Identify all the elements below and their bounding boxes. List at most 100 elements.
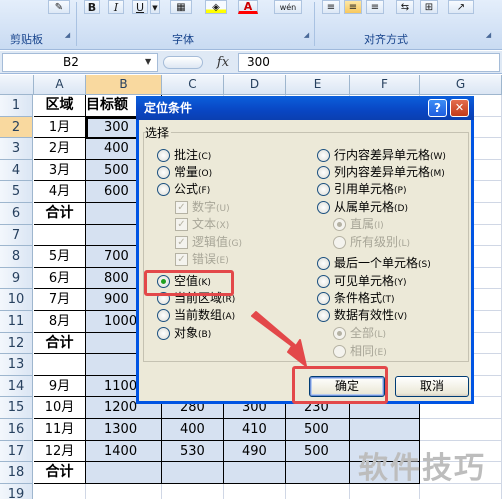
radio-icon[interactable] [317,275,330,288]
cell[interactable]: 合计 [34,462,86,484]
row-header[interactable]: 13 [0,354,33,376]
cell[interactable]: 3月 [34,159,86,182]
cell[interactable]: 7月 [34,289,86,311]
cell[interactable] [34,354,86,376]
row-header[interactable]: 8 [0,246,33,268]
border-button[interactable]: ▦ [170,0,192,14]
ok-button[interactable]: 确定 [309,376,385,397]
cell[interactable]: 合计 [34,332,86,355]
row-header[interactable]: 18 [0,462,33,484]
cell[interactable] [224,483,286,499]
cell[interactable]: 5月 [34,246,86,268]
cell[interactable]: 490 [224,440,286,463]
name-box-dropdown-icon[interactable]: ▼ [145,57,151,66]
cell[interactable]: 1月 [34,116,86,139]
cell[interactable]: 6月 [34,267,86,290]
merge-button[interactable]: ⊞ [420,0,438,14]
row-header[interactable]: 15 [0,397,33,419]
row-header[interactable]: 7 [0,224,33,247]
cell[interactable] [34,224,86,247]
row-header[interactable]: 3 [0,138,33,160]
row-header[interactable]: 12 [0,332,33,355]
cell[interactable] [86,462,162,484]
formula-input[interactable]: 300 [238,53,500,72]
cell[interactable] [286,462,350,484]
cell[interactable]: 10月 [34,397,86,419]
phonetic-button[interactable]: wén [274,0,302,14]
row-header[interactable]: 6 [0,203,33,225]
row-header[interactable]: 9 [0,267,33,290]
orientation-button[interactable]: ↗ [448,0,474,14]
cell[interactable]: 8月 [34,311,86,333]
cell[interactable] [162,462,224,484]
column-header[interactable]: F [350,75,420,95]
radio-icon[interactable] [157,292,170,305]
cell[interactable]: 12月 [34,440,86,463]
cell[interactable] [420,419,502,441]
radio-icon[interactable] [157,275,170,288]
cell[interactable] [162,483,224,499]
cell[interactable] [34,483,86,499]
font-color-button[interactable]: A [238,0,258,14]
row-header[interactable]: 5 [0,181,33,203]
radio-icon[interactable] [157,327,170,340]
align-middle-button[interactable]: ≡ [344,0,362,14]
help-button[interactable]: ? [428,99,447,117]
cell[interactable]: 410 [224,419,286,441]
cell[interactable]: 2月 [34,138,86,160]
column-header[interactable]: A [34,75,86,95]
alignment-launcher-icon[interactable]: ◢ [484,31,493,40]
insert-function-button[interactable]: fx [212,54,234,71]
select-all-corner[interactable] [0,75,34,95]
formula-bar-grip-icon[interactable] [163,56,203,69]
column-header[interactable]: E [286,75,350,95]
row-header[interactable]: 1 [0,95,33,117]
clipboard-launcher-icon[interactable]: ◢ [63,31,72,40]
column-header[interactable]: B [86,75,162,95]
column-header[interactable]: D [224,75,286,95]
row-header[interactable]: 11 [0,311,33,333]
row-header[interactable]: 16 [0,419,33,441]
fill-color-button[interactable]: ◈ [205,0,227,14]
cell[interactable] [224,462,286,484]
cell[interactable] [286,483,350,499]
column-header[interactable]: G [420,75,502,95]
align-top-button[interactable]: ≡ [322,0,340,14]
row-header[interactable]: 19 [0,483,33,499]
cell[interactable]: 4月 [34,181,86,203]
cell[interactable]: 合计 [34,203,86,225]
cell[interactable]: 1400 [86,440,162,463]
cell[interactable]: 500 [286,440,350,463]
cell[interactable]: 11月 [34,419,86,441]
underline-dropdown-icon[interactable]: ▼ [150,0,160,14]
wrap-text-button[interactable]: ⇆ [396,0,414,14]
close-button[interactable]: ✕ [450,99,469,117]
row-header[interactable]: 10 [0,289,33,311]
radio-icon[interactable] [157,183,170,196]
radio-icon[interactable] [317,183,330,196]
cell[interactable] [350,419,420,441]
radio-icon[interactable] [317,149,330,162]
font-launcher-icon[interactable]: ◢ [302,31,311,40]
row-header[interactable]: 17 [0,440,33,463]
radio-icon[interactable] [157,166,170,179]
cell[interactable]: 500 [286,419,350,441]
row-header[interactable]: 4 [0,159,33,182]
align-bottom-button[interactable]: ≡ [366,0,384,14]
radio-icon[interactable] [157,309,170,322]
radio-icon[interactable] [157,149,170,162]
cell[interactable] [86,483,162,499]
cell[interactable]: 区域 [34,95,86,117]
column-header[interactable]: C [162,75,224,95]
italic-button[interactable]: I [108,0,124,14]
radio-icon[interactable] [317,166,330,179]
bold-button[interactable]: B [84,0,100,14]
cell[interactable]: 400 [162,419,224,441]
row-header[interactable]: 14 [0,375,33,398]
radio-icon[interactable] [317,309,330,322]
radio-icon[interactable] [317,257,330,270]
underline-button[interactable]: U [132,0,148,14]
cancel-button[interactable]: 取消 [395,376,469,397]
cell[interactable]: 530 [162,440,224,463]
cell[interactable]: 9月 [34,375,86,398]
